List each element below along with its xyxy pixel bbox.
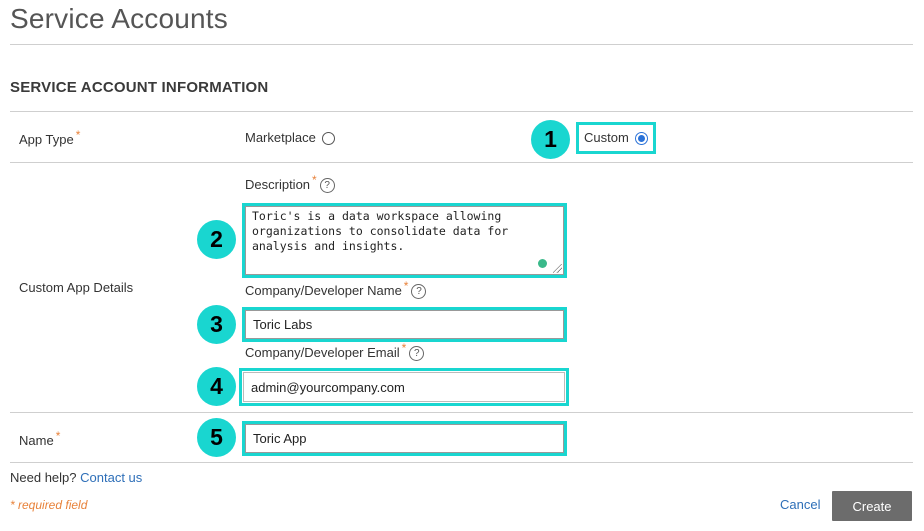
required-marker: *	[55, 429, 61, 443]
custom-app-details-label: Custom App Details	[19, 280, 134, 295]
radio-custom[interactable]: Custom	[584, 130, 648, 146]
description-textarea[interactable]: Toric's is a data workspace allowing org…	[245, 206, 564, 275]
description-text: Toric's is a data workspace allowing org…	[252, 209, 509, 253]
callout-badge-2: 2	[197, 220, 236, 259]
app-type-label-text: App Type	[19, 132, 74, 147]
company-name-value: Toric Labs	[253, 317, 313, 332]
required-marker: *	[403, 279, 409, 293]
callout-badge-1: 1	[531, 120, 570, 159]
divider	[10, 162, 913, 163]
callout-badge-3: 3	[197, 305, 236, 344]
help-icon[interactable]: ?	[411, 284, 427, 300]
divider	[10, 462, 913, 463]
radio-marketplace-label: Marketplace	[245, 130, 316, 145]
page-title: Service Accounts	[10, 3, 228, 34]
required-field-note: * required field	[10, 498, 88, 512]
company-name-input[interactable]: Toric Labs	[245, 310, 564, 339]
divider	[10, 412, 913, 413]
resize-handle-icon[interactable]	[553, 264, 562, 273]
description-label: Description *?	[245, 173, 335, 194]
contact-us-link[interactable]: Contact us	[80, 470, 142, 485]
required-marker: *	[401, 341, 407, 355]
company-email-label-text: Company/Developer Email	[245, 345, 400, 360]
divider	[10, 44, 913, 45]
radio-custom-label: Custom	[584, 130, 629, 145]
required-marker: *	[75, 128, 81, 142]
grammar-check-icon[interactable]	[538, 259, 547, 268]
section-heading: SERVICE ACCOUNT INFORMATION	[10, 79, 269, 96]
callout-badge-5: 5	[197, 418, 236, 457]
name-value: Toric App	[253, 431, 307, 446]
app-type-label: App Type *	[19, 128, 80, 147]
radio-marketplace[interactable]: Marketplace	[245, 130, 335, 146]
callout-badge-4: 4	[197, 367, 236, 406]
help-icon[interactable]: ?	[319, 178, 335, 194]
name-label-text: Name	[19, 433, 54, 448]
need-help-text: Need help?	[10, 470, 77, 485]
name-label: Name *	[19, 429, 60, 448]
company-name-label: Company/Developer Name *?	[245, 279, 427, 300]
company-name-label-text: Company/Developer Name	[245, 283, 402, 298]
name-input[interactable]: Toric App	[245, 424, 564, 453]
help-icon[interactable]: ?	[409, 346, 425, 362]
company-email-label: Company/Developer Email *?	[245, 341, 425, 362]
create-button[interactable]: Create	[832, 491, 912, 521]
company-email-input[interactable]: admin@yourcompany.com	[243, 372, 565, 402]
company-email-value: admin@yourcompany.com	[251, 379, 405, 395]
need-help-line: Need help? Contact us	[10, 470, 142, 485]
cancel-button[interactable]: Cancel	[780, 497, 820, 512]
description-label-text: Description	[245, 177, 311, 192]
radio-custom-circle[interactable]	[634, 132, 648, 146]
divider	[10, 111, 913, 112]
radio-marketplace-circle[interactable]	[321, 132, 335, 146]
required-marker: *	[312, 173, 317, 187]
